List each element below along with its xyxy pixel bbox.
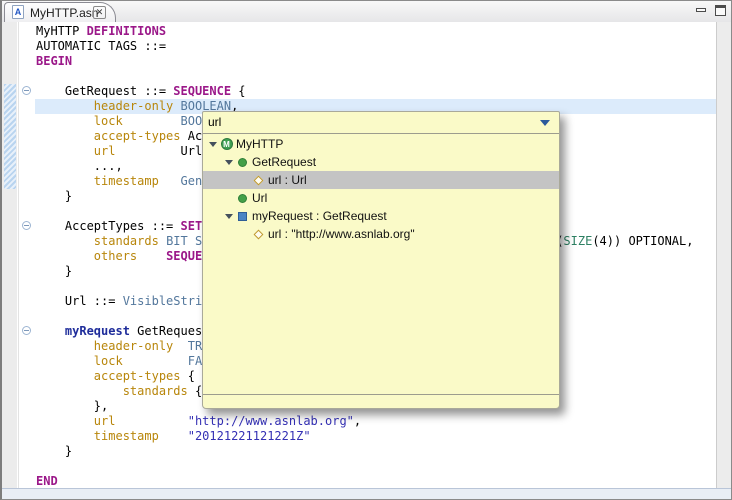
tree-item-label: GetRequest: [252, 155, 317, 169]
editor-window: A MyHTTP.asn ✕ MyHTTP DEFINITIONS AUTOMAT…: [0, 0, 732, 500]
range-indicator: [4, 84, 16, 189]
tree-item-label: url : "http://www.asnlab.org": [268, 227, 415, 241]
outline-tree: M MyHTTP GetRequest url : Url Url myRequest :…: [203, 135, 559, 243]
tree-item-GetRequest[interactable]: GetRequest: [203, 153, 559, 171]
code-line[interactable]: }: [35, 444, 717, 459]
chevron-down-icon[interactable]: [540, 120, 550, 126]
tree-item-url[interactable]: url : "http://www.asnlab.org": [203, 225, 559, 243]
module-icon: M: [219, 138, 234, 150]
code-line[interactable]: END: [35, 474, 717, 489]
code-line[interactable]: [35, 459, 717, 474]
window-bottom-edge: [2, 488, 731, 499]
type-icon: [235, 193, 250, 203]
quick-outline-popup: MMyHTTP GetRequest url : UrlUrl myRequest :…: [202, 111, 560, 409]
field-icon: [251, 229, 266, 239]
code-line[interactable]: GetRequest ::= SEQUENCE {: [35, 84, 717, 99]
type-icon: [235, 157, 250, 167]
tab-title: MyHTTP.asn: [30, 6, 99, 20]
tree-item-myRequest[interactable]: myRequest : GetRequest: [203, 207, 559, 225]
tab-bar: A MyHTTP.asn ✕: [2, 1, 731, 23]
expander-triangle-icon[interactable]: [207, 141, 219, 147]
annotation-ruler: [2, 22, 17, 489]
code-line[interactable]: MyHTTP DEFINITIONS: [35, 24, 717, 39]
expander-triangle-icon[interactable]: [223, 159, 235, 165]
maximize-icon[interactable]: [715, 5, 726, 16]
tree-item-MyHTTP[interactable]: M MyHTTP: [203, 135, 559, 153]
asn-file-icon: A: [12, 5, 24, 19]
collapse-icon[interactable]: [22, 86, 31, 95]
code-line[interactable]: BEGIN: [35, 54, 717, 69]
tree-item-label: Url: [252, 191, 268, 205]
code-line[interactable]: AUTOMATIC TAGS ::=: [35, 39, 717, 54]
tree-item-Url[interactable]: Url: [203, 189, 559, 207]
collapse-icon[interactable]: [22, 221, 31, 230]
overview-ruler[interactable]: [716, 22, 731, 489]
tree-item-url[interactable]: url : Url: [203, 171, 559, 189]
tree-item-label: myRequest : GetRequest: [252, 209, 387, 223]
code-line[interactable]: timestamp "20121221121221Z": [35, 429, 717, 444]
collapse-icon[interactable]: [22, 326, 31, 335]
tree-item-label: url : Url: [268, 173, 307, 187]
code-line[interactable]: url "http://www.asnlab.org",: [35, 414, 717, 429]
minimize-icon[interactable]: [696, 8, 706, 12]
value-icon: [235, 211, 250, 221]
expander-triangle-icon[interactable]: [223, 213, 235, 219]
code-line[interactable]: [35, 69, 717, 84]
outline-filter-row: [203, 112, 559, 134]
field-icon: [251, 175, 266, 185]
popup-footer: [203, 394, 559, 408]
tab-myhttp-asn[interactable]: A MyHTTP.asn ✕: [4, 2, 116, 22]
tree-item-label: MyHTTP: [236, 137, 284, 151]
close-icon[interactable]: ✕: [93, 6, 106, 19]
outline-filter-input[interactable]: [205, 113, 518, 131]
